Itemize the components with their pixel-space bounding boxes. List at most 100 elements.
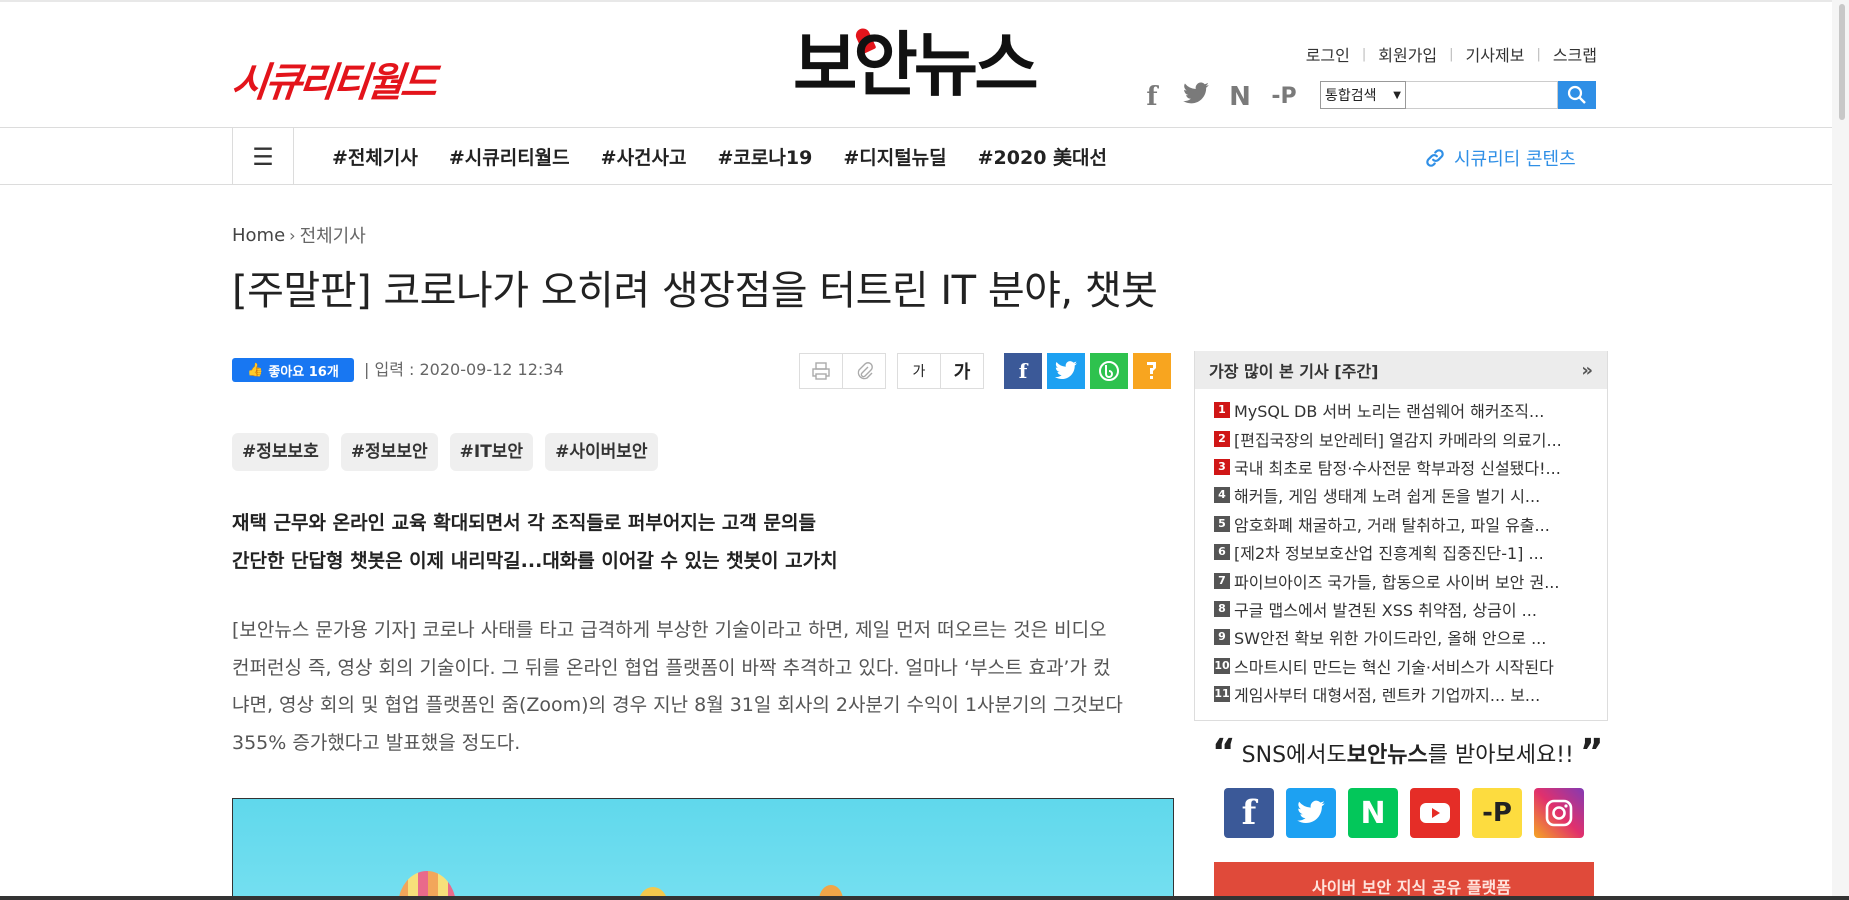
scrap-link[interactable]: 스크랩 bbox=[1553, 42, 1597, 66]
like-label: 좋아요 16개 bbox=[268, 364, 339, 380]
nav-item-all[interactable]: #전체기사 bbox=[332, 143, 418, 170]
securityworld-logo[interactable]: 시큐리티월드 bbox=[229, 50, 438, 108]
report-link[interactable]: 기사제보 bbox=[1466, 42, 1525, 66]
popular-item-text: 암호화폐 채굴하고, 거래 탈취하고, 파일 유출... bbox=[1234, 515, 1550, 535]
list-item[interactable]: 1 MySQL DB 서버 노리는 랜섬웨어 해커조직... bbox=[1214, 396, 1607, 424]
popular-item-text: 국내 최초로 탐정·수사전문 학부과정 신설됐다!... bbox=[1234, 458, 1561, 478]
popular-item-text: 구글 맵스에서 발견된 XSS 취약점, 상금이 ... bbox=[1234, 600, 1537, 620]
signup-link[interactable]: 회원가입 bbox=[1378, 42, 1437, 66]
breadcrumb-current[interactable]: 전체기사 bbox=[300, 222, 366, 248]
nav-item-corona[interactable]: #코로나19 bbox=[718, 143, 813, 170]
search-button[interactable] bbox=[1558, 81, 1596, 109]
nav-items: #전체기사 #시큐리티월드 #사건사고 #코로나19 #디지털뉴딜 #2020 … bbox=[332, 128, 1107, 185]
scrollbar-thumb[interactable] bbox=[1839, 4, 1845, 120]
font-larger-button[interactable]: 가 bbox=[940, 353, 984, 389]
header-sns: f N -P bbox=[1138, 82, 1298, 112]
rank-badge: 6 bbox=[1214, 544, 1230, 561]
popular-item-text: SW안전 확보 위한 가이드라인, 올해 안으로 ... bbox=[1234, 629, 1547, 649]
article-date: | 입력 : 2020-09-12 12:34 bbox=[364, 360, 564, 379]
popular-item-text: 스마트시티 만드는 혁신 기술·서비스가 시작된다 bbox=[1234, 657, 1554, 677]
rank-badge: 5 bbox=[1214, 515, 1230, 532]
breadcrumb-home[interactable]: Home bbox=[232, 225, 285, 246]
rank-badge: 10 bbox=[1214, 657, 1230, 674]
list-item[interactable]: 11 게임사부터 대형서점, 렌트카 기업까지... 보... bbox=[1214, 680, 1607, 708]
list-item[interactable]: 5 암호화폐 채굴하고, 거래 탈취하고, 파일 유출... bbox=[1214, 510, 1607, 538]
tag-chip[interactable]: #IT보안 bbox=[449, 433, 534, 471]
twitter-icon[interactable] bbox=[1286, 788, 1336, 838]
security-contents-link[interactable]: 시큐리티 콘텐츠 bbox=[1424, 145, 1576, 171]
page-scrollbar[interactable] bbox=[1832, 0, 1849, 900]
article-body: [보안뉴스 문가용 기자] 코로나 사태를 타고 급격하게 부상한 기술이라고 … bbox=[232, 612, 1174, 762]
rank-badge: 1 bbox=[1214, 402, 1230, 419]
list-item[interactable]: 8 구글 맵스에서 발견된 XSS 취약점, 상금이 ... bbox=[1214, 595, 1607, 623]
list-item[interactable]: 9 SW안전 확보 위한 가이드라인, 올해 안으로 ... bbox=[1214, 623, 1607, 651]
facebook-share-icon[interactable]: f bbox=[1004, 353, 1042, 389]
divider: | bbox=[1536, 46, 1541, 62]
list-item[interactable]: 10 스마트시티 만드는 혁신 기술·서비스가 시작된다 bbox=[1214, 652, 1607, 680]
search-scope-select[interactable]: 통합검색 ▼ bbox=[1320, 81, 1406, 109]
sns-follow-title: “ SNS에서도 보안뉴스 를 받아보세요!! ” bbox=[1212, 735, 1604, 771]
sns-icons: f N -P bbox=[1224, 788, 1584, 838]
login-link[interactable]: 로그인 bbox=[1306, 42, 1350, 66]
body-line: 355% 증가했다고 발표했을 정도다. bbox=[232, 731, 521, 754]
list-item[interactable]: 6 [제2차 정보보호산업 진흥계획 집중진단-1] ... bbox=[1214, 538, 1607, 566]
nav-item-securityworld[interactable]: #시큐리티월드 bbox=[449, 143, 570, 170]
font-smaller-button[interactable]: 가 bbox=[897, 353, 941, 389]
body-line: [보안뉴스 문가용 기자] 코로나 사태를 타고 급격하게 부상한 기술이라고 … bbox=[232, 619, 1107, 641]
attachment-icon[interactable] bbox=[842, 353, 886, 389]
chevron-down-icon: ▼ bbox=[1393, 89, 1401, 101]
search-input[interactable] bbox=[1406, 81, 1558, 109]
youtube-icon[interactable] bbox=[1410, 788, 1460, 838]
twitter-icon[interactable] bbox=[1182, 82, 1210, 112]
post-icon[interactable]: -P bbox=[1270, 83, 1298, 111]
breadcrumb: Home › 전체기사 bbox=[232, 222, 366, 248]
popular-more-icon[interactable]: » bbox=[1581, 360, 1593, 381]
sns-title-bold: 보안뉴스 bbox=[1346, 743, 1428, 768]
popular-item-text: 파이브아이즈 국가들, 합동으로 사이버 보안 권... bbox=[1234, 572, 1560, 592]
nav-item-election[interactable]: #2020 美대선 bbox=[978, 143, 1107, 170]
post-icon[interactable]: -P bbox=[1472, 788, 1522, 838]
popular-item-text: 게임사부터 대형서점, 렌트카 기업까지... 보... bbox=[1234, 686, 1541, 706]
list-item[interactable]: 3 국내 최초로 탐정·수사전문 학부과정 신설됐다!... bbox=[1214, 453, 1607, 481]
popular-item-text: [제2차 정보보호산업 진흥계획 집중진단-1] ... bbox=[1234, 544, 1544, 564]
search-scope-value: 통합검색 bbox=[1325, 88, 1377, 104]
search-icon bbox=[1567, 85, 1586, 104]
print-icon[interactable] bbox=[799, 353, 843, 389]
rank-badge: 3 bbox=[1214, 458, 1230, 475]
subheading-line: 간단한 단답형 챗봇은 이제 내리막길...대화를 이어갈 수 있는 챗봇이 고… bbox=[232, 550, 838, 572]
facebook-icon[interactable]: f bbox=[1224, 788, 1274, 838]
twitter-share-icon[interactable] bbox=[1047, 353, 1085, 389]
band-share-icon[interactable] bbox=[1090, 353, 1128, 389]
tag-chip[interactable]: #정보보안 bbox=[340, 433, 438, 471]
naver-icon[interactable]: N bbox=[1348, 788, 1398, 838]
rank-badge: 11 bbox=[1214, 686, 1230, 703]
rank-badge: 8 bbox=[1214, 600, 1230, 617]
subheading-line: 재택 근무와 온라인 교육 확대되면서 각 조직들로 퍼부어지는 고객 문의들 bbox=[232, 512, 816, 534]
thumbs-up-icon: 👍 bbox=[247, 362, 264, 378]
instagram-icon[interactable] bbox=[1534, 788, 1584, 838]
main-nav: ☰ #전체기사 #시큐리티월드 #사건사고 #코로나19 #디지털뉴딜 #202… bbox=[0, 128, 1849, 185]
kakaostory-share-icon[interactable] bbox=[1133, 353, 1171, 389]
facebook-like-button[interactable]: 👍 좋아요 16개 bbox=[232, 358, 354, 382]
tag-chip[interactable]: #사이버보안 bbox=[545, 433, 658, 471]
popular-item-text: 해커들, 게임 생태계 노려 쉽게 돈을 벌기 시... bbox=[1234, 487, 1541, 507]
article-tags: #정보보호 #정보보안 #IT보안 #사이버보안 bbox=[232, 433, 658, 471]
search-bar: 통합검색 ▼ bbox=[1320, 81, 1596, 109]
security-contents-label: 시큐리티 콘텐츠 bbox=[1454, 149, 1576, 170]
nav-item-digital-newdeal[interactable]: #디지털뉴딜 bbox=[843, 143, 946, 170]
promo-banner[interactable]: 사이버 보안 지식 공유 플랫폼 bbox=[1214, 862, 1594, 900]
sns-title-pre: SNS에서도 bbox=[1241, 743, 1347, 768]
rank-badge: 2 bbox=[1214, 430, 1230, 447]
naver-icon[interactable]: N bbox=[1226, 83, 1254, 111]
boannews-logo[interactable]: 보안뉴스 bbox=[793, 30, 1039, 100]
nav-item-incidents[interactable]: #사건사고 bbox=[601, 143, 687, 170]
popular-list: 1 MySQL DB 서버 노리는 랜섬웨어 해커조직... 2 [편집국장의 보안… bbox=[1195, 389, 1607, 708]
tag-chip[interactable]: #정보보호 bbox=[232, 433, 329, 471]
hamburger-menu-icon[interactable]: ☰ bbox=[232, 128, 294, 185]
list-item[interactable]: 4 해커들, 게임 생태계 노려 쉽게 돈을 벌기 시... bbox=[1214, 481, 1607, 509]
list-item[interactable]: 7 파이브아이즈 국가들, 합동으로 사이버 보안 권... bbox=[1214, 566, 1607, 594]
share-buttons: f bbox=[1004, 353, 1171, 389]
list-item[interactable]: 2 [편집국장의 보안레터] 열감지 카메라의 의료기... bbox=[1214, 424, 1607, 452]
facebook-icon[interactable]: f bbox=[1138, 83, 1166, 111]
article-subheading: 재택 근무와 온라인 교육 확대되면서 각 조직들로 퍼부어지는 고객 문의들 … bbox=[232, 504, 838, 580]
